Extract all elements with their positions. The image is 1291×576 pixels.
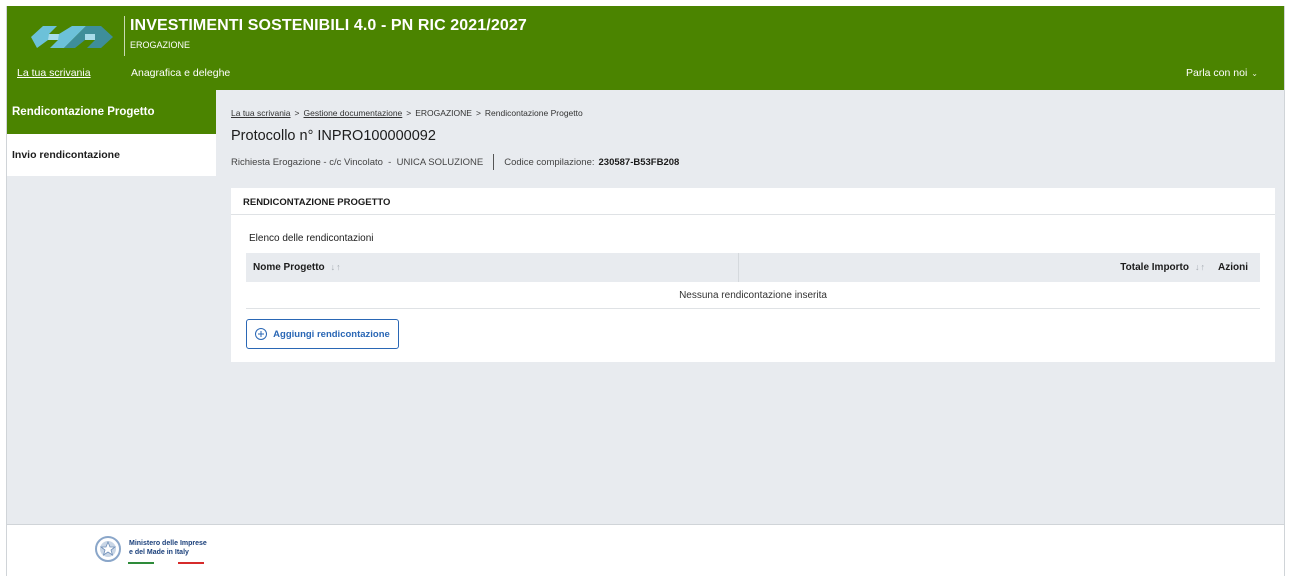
card-title: RENDICONTAZIONE PROGETTO: [231, 188, 1275, 215]
page-title: Protocollo n° INPRO100000092: [231, 128, 436, 144]
rendicontazioni-table: Nome Progetto ↓↑ Totale Importo ↓↑ Azioni …: [246, 253, 1260, 309]
app-subtitle: EROGAZIONE: [130, 40, 191, 50]
breadcrumb-separator: >: [475, 108, 481, 118]
column-azioni: Azioni: [1218, 262, 1248, 273]
republic-emblem-icon: [95, 536, 121, 562]
code-label: Codice compilazione:: [504, 156, 595, 168]
app-logo-icon: [31, 26, 113, 48]
breadcrumb-erogazione: EROGAZIONE: [415, 108, 472, 118]
column-label: Nome Progetto: [253, 262, 325, 273]
breadcrumb-separator: >: [294, 108, 300, 118]
rendicontazione-card: RENDICONTAZIONE PROGETTO Elenco delle re…: [231, 188, 1275, 362]
sort-icon[interactable]: ↓↑: [331, 262, 342, 272]
ministry-line-2: e del Made in Italy: [129, 549, 189, 556]
column-nome-progetto[interactable]: Nome Progetto ↓↑: [246, 253, 739, 282]
column-label: Totale Importo: [1120, 262, 1189, 273]
chat-label: Parla con noi: [1186, 67, 1248, 79]
flag-red-line: [178, 562, 204, 564]
nav-anagrafica-deleghe[interactable]: Anagrafica e deleghe: [131, 67, 230, 79]
request-type: Richiesta Erogazione - c/c Vincolato - U…: [231, 156, 484, 168]
info-divider: [493, 154, 495, 170]
breadcrumb-link-scrivania[interactable]: La tua scrivania: [231, 108, 291, 118]
request-info: Richiesta Erogazione - c/c Vincolato - U…: [231, 154, 679, 170]
sidebar-item-invio-rendicontazione[interactable]: Invio rendicontazione: [7, 134, 216, 176]
nav-la-tua-scrivania[interactable]: La tua scrivania: [17, 67, 91, 79]
app-title: INVESTIMENTI SOSTENIBILI 4.0 - PN RIC 20…: [130, 17, 527, 34]
empty-message: Nessuna rendicontazione inserita: [246, 282, 1260, 309]
add-button-label: Aggiungi rendicontazione: [273, 328, 390, 340]
sidebar: Rendicontazione Progetto Invio rendicont…: [7, 90, 216, 176]
footer: Ministero delle Imprese e del Made in It…: [7, 524, 1284, 576]
top-header: INVESTIMENTI SOSTENIBILI 4.0 - PN RIC 20…: [7, 6, 1284, 90]
table-header: Nome Progetto ↓↑ Totale Importo ↓↑ Azioni: [246, 253, 1260, 282]
breadcrumb-current: Rendicontazione Progetto: [484, 108, 583, 118]
column-totale-importo[interactable]: Totale Importo ↓↑: [739, 262, 1214, 273]
flag-green-line: [128, 562, 154, 564]
breadcrumb: La tua scrivania > Gestione documentazione…: [231, 108, 583, 118]
add-rendicontazione-button[interactable]: Aggiungi rendicontazione: [246, 319, 399, 349]
header-divider: [124, 16, 125, 56]
breadcrumb-separator: >: [406, 108, 412, 118]
plus-circle-icon: [255, 328, 268, 340]
ministry-line-1: Ministero delle Imprese: [129, 540, 207, 547]
chat-menu[interactable]: Parla con noi ⌄: [1186, 67, 1258, 79]
chevron-down-icon: ⌄: [1251, 69, 1258, 78]
code-value: 230587-B53FB208: [598, 156, 680, 168]
app-frame: INVESTIMENTI SOSTENIBILI 4.0 - PN RIC 20…: [6, 6, 1285, 576]
breadcrumb-link-gestione[interactable]: Gestione documentazione: [304, 108, 403, 118]
list-title: Elenco delle rendicontazioni: [249, 233, 374, 244]
sidebar-header[interactable]: Rendicontazione Progetto: [7, 90, 216, 134]
ministry-name: Ministero delle Imprese e del Made in It…: [129, 539, 207, 557]
sort-icon[interactable]: ↓↑: [1195, 262, 1206, 272]
